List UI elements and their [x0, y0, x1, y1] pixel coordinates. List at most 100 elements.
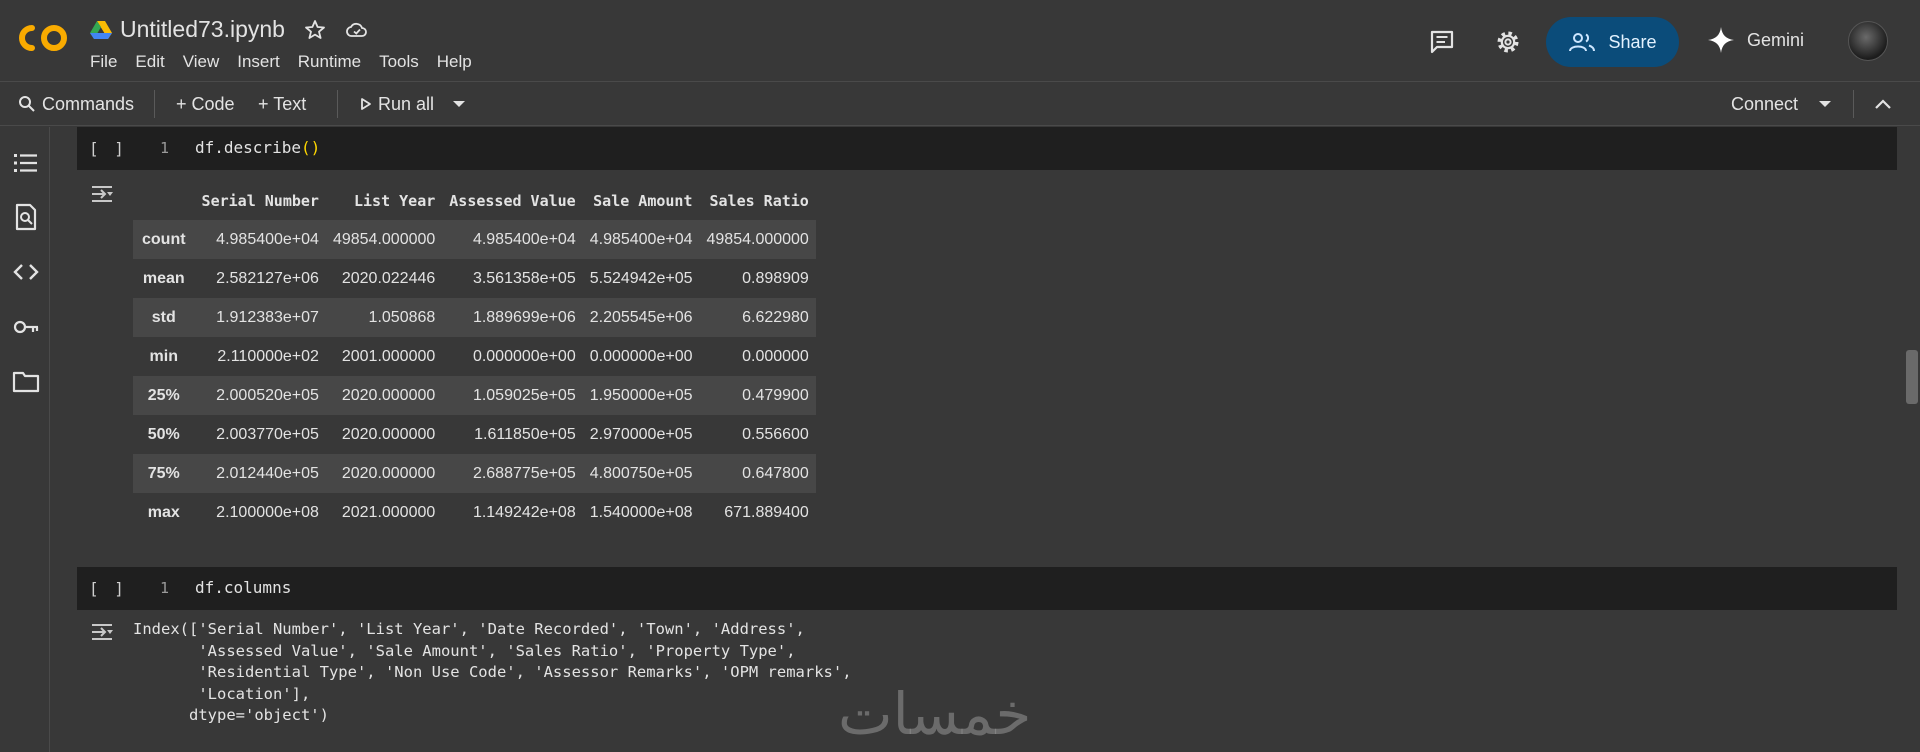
- table-cell: 0.000000e+00: [589, 347, 693, 365]
- table-cell: 0.898909: [742, 269, 809, 287]
- table-cell: 2001.000000: [341, 347, 436, 365]
- row-label: 75%: [133, 454, 195, 493]
- menu-edit[interactable]: Edit: [126, 52, 173, 72]
- comment-icon[interactable]: [1428, 28, 1456, 56]
- table-cell: 0.556600: [742, 425, 809, 443]
- table-row: 75% 2.012440e+05 2020.000000 2.688775e+0…: [133, 454, 816, 493]
- output-toggle-icon[interactable]: [89, 621, 115, 643]
- scrollbar-thumb[interactable]: [1906, 350, 1918, 404]
- star-icon[interactable]: [303, 18, 327, 42]
- table-cell: 1.059025e+05: [442, 376, 583, 415]
- menu-file[interactable]: File: [90, 52, 126, 72]
- table-cell: 4.800750e+05: [582, 454, 700, 493]
- table-cell: 4.985400e+04: [442, 220, 583, 259]
- secrets-key-icon[interactable]: [12, 313, 40, 341]
- table-row: 50% 2.003770e+05 2020.000000 1.611850e+0…: [133, 415, 816, 454]
- table-cell: 2.582127e+06: [216, 269, 319, 287]
- table-cell: 3.561358e+05: [472, 269, 576, 287]
- code-cell[interactable]: [ ] 1 df.describe(): [77, 127, 1897, 170]
- gemini-button[interactable]: Gemini: [1707, 26, 1804, 54]
- table-header-row: Serial Number List Year Assessed Value S…: [133, 181, 816, 220]
- menu-tools[interactable]: Tools: [370, 52, 428, 72]
- connect-label: Connect: [1731, 93, 1799, 114]
- share-button[interactable]: Share: [1546, 17, 1679, 67]
- row-label: 50%: [147, 425, 180, 443]
- code-snippets-icon[interactable]: [12, 258, 40, 286]
- share-label: Share: [1608, 31, 1657, 52]
- table-cell: 2.688775e+05: [442, 454, 583, 493]
- table-cell: 1.889699e+06: [442, 298, 583, 337]
- cloud-saved-icon[interactable]: [345, 18, 369, 42]
- add-code-label: + Code: [176, 93, 235, 114]
- describe-output-table: Serial Number List Year Assessed Value S…: [133, 181, 816, 532]
- row-label: std: [133, 298, 195, 337]
- table-cell: 49854.000000: [325, 220, 443, 259]
- commands-button[interactable]: Commands: [18, 94, 134, 115]
- app-header: Untitled73.ipynb File Edit View Insert R…: [0, 0, 1920, 82]
- table-cell: 2.205545e+06: [582, 298, 700, 337]
- left-sidebar: [0, 127, 50, 752]
- menu-runtime[interactable]: Runtime: [289, 52, 370, 72]
- table-cell: 2.970000e+05: [589, 425, 693, 443]
- row-label: max: [147, 503, 180, 521]
- table-cell: 2.012440e+05: [194, 454, 326, 493]
- run-cell-button[interactable]: [ ]: [89, 579, 127, 598]
- table-cell: 1.050868: [325, 298, 443, 337]
- code-text[interactable]: df.columns: [195, 578, 291, 597]
- table-cell: 671.889400: [724, 503, 809, 521]
- avatar[interactable]: [1848, 21, 1888, 61]
- table-cell: 2020.022446: [341, 269, 436, 287]
- menu-insert[interactable]: Insert: [228, 52, 289, 72]
- table-cell: 6.622980: [699, 298, 816, 337]
- scrollbar-track[interactable]: [1902, 127, 1920, 752]
- gemini-label: Gemini: [1747, 29, 1805, 50]
- code-text[interactable]: df.describe(): [195, 138, 320, 157]
- title-row: Untitled73.ipynb: [90, 16, 369, 43]
- table-row: std 1.912383e+07 1.050868 1.889699e+06 2…: [133, 298, 816, 337]
- chevron-down-icon[interactable]: [452, 99, 466, 109]
- table-of-contents-icon[interactable]: [12, 149, 40, 177]
- table-cell: 5.524942e+05: [589, 269, 693, 287]
- chevron-up-icon[interactable]: [1873, 97, 1893, 111]
- colab-logo[interactable]: [18, 20, 72, 56]
- table-cell: 1.149242e+08: [472, 503, 576, 521]
- table-row: max 2.100000e+08 2021.000000 1.149242e+0…: [133, 493, 816, 532]
- table-row: min 2.110000e+02 2001.000000 0.000000e+0…: [133, 337, 816, 376]
- table-cell: 2020.000000: [341, 425, 436, 443]
- add-text-button[interactable]: + Text: [258, 94, 306, 115]
- chevron-down-icon[interactable]: [1818, 99, 1832, 109]
- table-row: mean 2.582127e+06 2020.022446 3.561358e+…: [133, 259, 816, 298]
- notebook-title[interactable]: Untitled73.ipynb: [120, 16, 285, 43]
- column-header: Sale Amount: [593, 191, 693, 210]
- notebook-area: [ ] 1 df.describe() Serial Number List Y…: [51, 127, 1920, 752]
- table-cell: 1.540000e+08: [589, 503, 693, 521]
- menu-help[interactable]: Help: [428, 52, 481, 72]
- table-cell: 2021.000000: [341, 503, 436, 521]
- add-code-button[interactable]: + Code: [176, 94, 235, 115]
- line-number: 1: [160, 139, 170, 157]
- toolbar: Commands + Code + Text Run all Connect: [0, 83, 1920, 126]
- find-icon[interactable]: [12, 203, 40, 231]
- table-cell: 0.000000: [742, 347, 809, 365]
- menu-view[interactable]: View: [174, 52, 229, 72]
- table-cell: 2.003770e+05: [216, 425, 319, 443]
- output-toggle-icon[interactable]: [89, 183, 115, 205]
- connect-button[interactable]: Connect: [1731, 94, 1798, 115]
- column-header: Serial Number: [201, 191, 319, 210]
- table-cell: 1.950000e+05: [582, 376, 700, 415]
- gear-icon[interactable]: [1494, 28, 1522, 56]
- files-folder-icon[interactable]: [12, 368, 40, 396]
- toolbar-divider: [1853, 90, 1854, 118]
- search-icon: [19, 96, 35, 112]
- toolbar-divider: [154, 90, 155, 118]
- table-cell: 49854.000000: [699, 220, 816, 259]
- row-label: min: [149, 347, 178, 365]
- table-cell: 2.110000e+02: [217, 347, 319, 365]
- line-number: 1: [160, 579, 170, 597]
- commands-label: Commands: [42, 93, 135, 114]
- table-cell: 2020.000000: [325, 376, 443, 415]
- code-cell[interactable]: [ ] 1 df.columns: [77, 567, 1897, 610]
- run-all-button[interactable]: Run all: [360, 94, 434, 115]
- run-cell-button[interactable]: [ ]: [89, 139, 127, 158]
- gemini-sparkle-icon: [1708, 27, 1734, 53]
